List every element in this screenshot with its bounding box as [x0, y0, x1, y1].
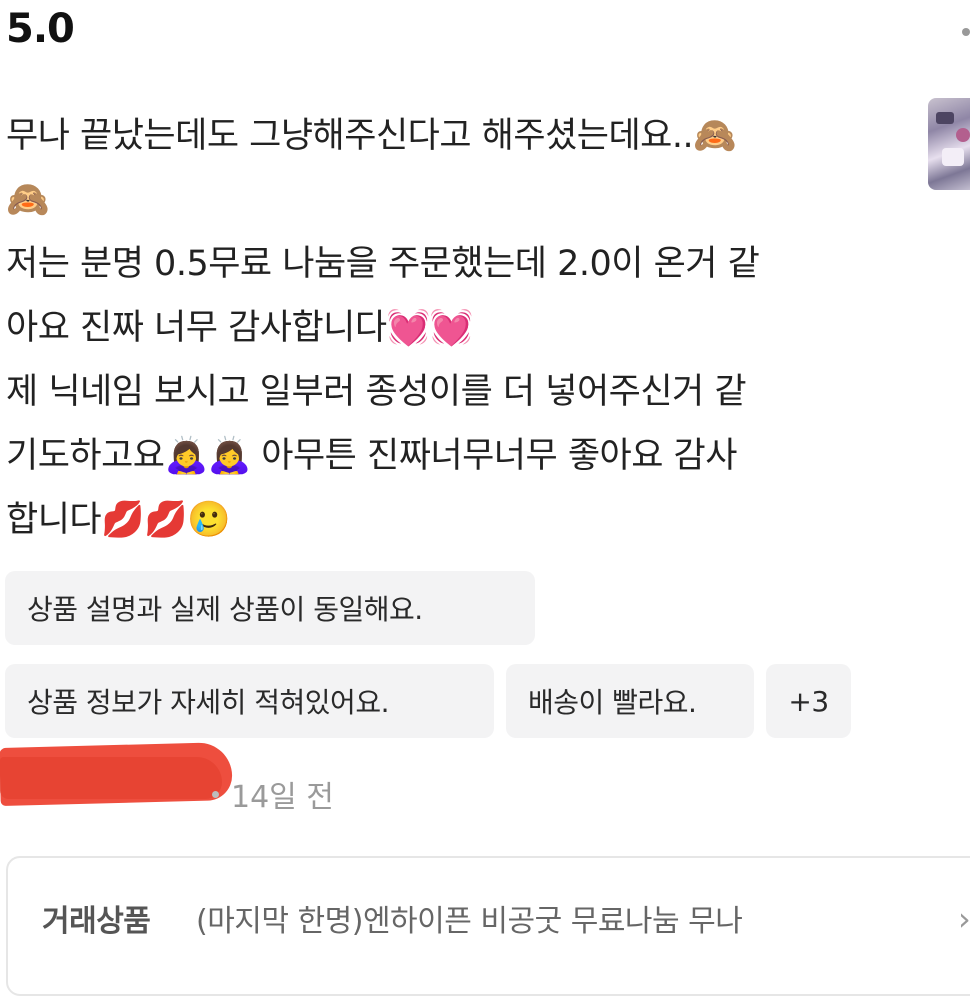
- review-time: 14일 전: [231, 780, 334, 815]
- review-text: 무나 끝났는데도 그냥해주신다고 해주셨는데요..🙈 🙈 저는 분명 0.5무료…: [6, 104, 906, 552]
- photo-detail: [956, 128, 970, 142]
- traded-product-label: 거래상품: [42, 904, 151, 939]
- review-meta: 14일 전: [212, 772, 334, 816]
- review-line: 합니다💋💋🥲: [6, 500, 231, 540]
- review-line: 저는 분명 0.5무료 나눔을 주문했는데 2.0이 온거 같: [6, 244, 760, 284]
- review-tag: 상품 설명과 실제 상품이 동일해요.: [5, 571, 535, 645]
- review-line: 제 닉네임 보시고 일부러 종성이를 더 넣어주신거 같: [6, 372, 747, 412]
- review-line: 🙈: [6, 180, 50, 220]
- chevron-right-icon[interactable]: ›: [958, 900, 970, 938]
- traded-product-name[interactable]: (마지막 한명)엔하이픈 비공굿 무료나눔 무나: [196, 896, 743, 940]
- review-line: 무나 끝났는데도 그냥해주신다고 해주셨는데요..🙈: [6, 116, 737, 156]
- review-line: 아요 진짜 너무 감사합니다💓💓: [6, 308, 473, 348]
- review-photo-thumbnail[interactable]: [928, 98, 970, 190]
- review-rating: 5.0: [6, 6, 75, 52]
- review-tag: 상품 정보가 자세히 적혀있어요.: [5, 664, 494, 738]
- more-options-icon[interactable]: [962, 28, 970, 36]
- photo-detail: [942, 148, 964, 166]
- review-line: 기도하고요🙇‍♀️🙇‍♀️ 아무튼 진짜너무너무 좋아요 감사: [6, 436, 737, 476]
- more-tags-button[interactable]: +3: [766, 664, 851, 738]
- review-tag: 배송이 빨라요.: [506, 664, 754, 738]
- redacted-username-overlay: [0, 757, 222, 799]
- photo-detail: [936, 112, 954, 124]
- separator-dot: [212, 790, 219, 798]
